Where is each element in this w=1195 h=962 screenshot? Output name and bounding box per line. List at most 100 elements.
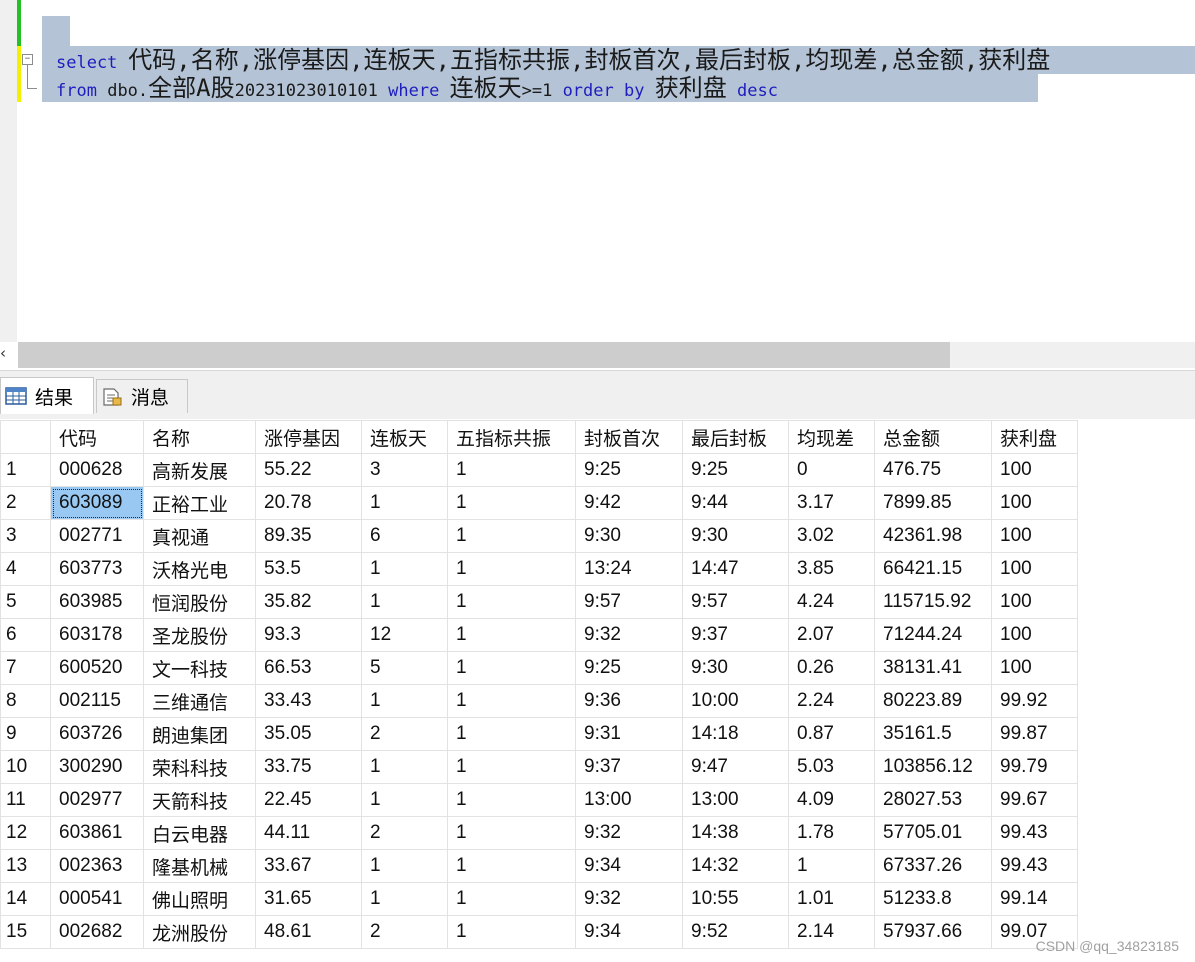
- row-number[interactable]: 5: [0, 585, 51, 619]
- grid-cell[interactable]: 12: [361, 618, 448, 652]
- grid-cell[interactable]: 603089: [50, 486, 144, 520]
- grid-cell[interactable]: 9:25: [682, 453, 789, 487]
- grid-cell[interactable]: 3.85: [788, 552, 875, 586]
- grid-cell[interactable]: 55.22: [255, 453, 362, 487]
- grid-cell[interactable]: 1: [361, 585, 448, 619]
- grid-cell[interactable]: 0: [788, 453, 875, 487]
- grid-cell[interactable]: 71244.24: [874, 618, 992, 652]
- grid-cell[interactable]: 1: [361, 882, 448, 916]
- row-number[interactable]: 6: [0, 618, 51, 652]
- grid-cell[interactable]: 9:36: [575, 684, 683, 718]
- table-row[interactable]: 9 603726 朗迪集团 35.05 2 1 9:31 14:18 0.87 35161.5 99…: [0, 717, 1078, 751]
- grid-cell[interactable]: 9:25: [575, 453, 683, 487]
- corner-cell[interactable]: [0, 420, 51, 454]
- grid-cell[interactable]: 100: [991, 618, 1078, 652]
- grid-cell[interactable]: 2.14: [788, 915, 875, 949]
- grid-cell[interactable]: 33.75: [255, 750, 362, 784]
- grid-cell[interactable]: 51233.8: [874, 882, 992, 916]
- scroll-left-icon[interactable]: ‹: [0, 346, 6, 361]
- grid-cell[interactable]: 1: [447, 717, 576, 751]
- grid-cell[interactable]: 9:57: [575, 585, 683, 619]
- table-row[interactable]: 12 603861 白云电器 44.11 2 1 9:32 14:38 1.78 57705.01…: [0, 816, 1078, 850]
- grid-cell[interactable]: 1: [361, 783, 448, 817]
- grid-cell[interactable]: 603861: [50, 816, 144, 850]
- grid-cell[interactable]: 99.67: [991, 783, 1078, 817]
- grid-cell[interactable]: 3.17: [788, 486, 875, 520]
- grid-cell[interactable]: 99.43: [991, 816, 1078, 850]
- grid-cell[interactable]: 9:34: [575, 915, 683, 949]
- grid-cell[interactable]: 14:32: [682, 849, 789, 883]
- grid-cell[interactable]: 隆基机械: [143, 849, 256, 883]
- grid-cell[interactable]: 002682: [50, 915, 144, 949]
- grid-cell[interactable]: 1: [361, 684, 448, 718]
- grid-cell[interactable]: 1: [447, 453, 576, 487]
- grid-cell[interactable]: 14:38: [682, 816, 789, 850]
- table-row[interactable]: 13 002363 隆基机械 33.67 1 1 9:34 14:32 1 67337.26 99.…: [0, 849, 1078, 883]
- grid-cell[interactable]: 正裕工业: [143, 486, 256, 520]
- grid-cell[interactable]: 99.14: [991, 882, 1078, 916]
- table-row[interactable]: 7 600520 文一科技 66.53 5 1 9:25 9:30 0.26 38131.41 10…: [0, 651, 1078, 685]
- row-number[interactable]: 14: [0, 882, 51, 916]
- grid-cell[interactable]: 603726: [50, 717, 144, 751]
- grid-cell[interactable]: 14:47: [682, 552, 789, 586]
- grid-cell[interactable]: 57705.01: [874, 816, 992, 850]
- grid-cell[interactable]: 9:31: [575, 717, 683, 751]
- grid-cell[interactable]: 荣科科技: [143, 750, 256, 784]
- grid-cell[interactable]: 9:25: [575, 651, 683, 685]
- grid-cell[interactable]: 33.67: [255, 849, 362, 883]
- row-number[interactable]: 8: [0, 684, 51, 718]
- grid-cell[interactable]: 476.75: [874, 453, 992, 487]
- grid-cell[interactable]: 2: [361, 816, 448, 850]
- sql-editor[interactable]: − select 代码,名称,涨停基因,连板天,五指标共振,封板首次,最后封板,…: [0, 0, 1195, 342]
- grid-cell[interactable]: 圣龙股份: [143, 618, 256, 652]
- grid-cell[interactable]: 朗迪集团: [143, 717, 256, 751]
- grid-cell[interactable]: 5: [361, 651, 448, 685]
- grid-cell[interactable]: 300290: [50, 750, 144, 784]
- grid-cell[interactable]: 44.11: [255, 816, 362, 850]
- grid-cell[interactable]: 93.3: [255, 618, 362, 652]
- grid-cell[interactable]: 100: [991, 453, 1078, 487]
- grid-cell[interactable]: 66421.15: [874, 552, 992, 586]
- table-row[interactable]: 1 000628 高新发展 55.22 3 1 9:25 9:25 0 476.75 100: [0, 453, 1078, 487]
- sql-line-from[interactable]: from dbo.全部A股20231023010101 where 连板天>=1…: [42, 74, 1038, 102]
- grid-cell[interactable]: 9:32: [575, 882, 683, 916]
- grid-cell[interactable]: 57937.66: [874, 915, 992, 949]
- grid-cell[interactable]: 1: [447, 486, 576, 520]
- row-number[interactable]: 1: [0, 453, 51, 487]
- grid-cell[interactable]: 9:37: [575, 750, 683, 784]
- grid-cell[interactable]: 9:57: [682, 585, 789, 619]
- grid-cell[interactable]: 002977: [50, 783, 144, 817]
- horizontal-scrollbar[interactable]: ‹: [0, 342, 1195, 368]
- grid-cell[interactable]: 4.09: [788, 783, 875, 817]
- column-header[interactable]: 代码: [50, 420, 144, 454]
- grid-cell[interactable]: 2.24: [788, 684, 875, 718]
- grid-cell[interactable]: 9:42: [575, 486, 683, 520]
- grid-cell[interactable]: 10:00: [682, 684, 789, 718]
- column-header[interactable]: 五指标共振: [447, 420, 576, 454]
- grid-cell[interactable]: 603178: [50, 618, 144, 652]
- table-row[interactable]: 14 000541 佛山照明 31.65 1 1 9:32 10:55 1.01 51233.8 9…: [0, 882, 1078, 916]
- grid-cell[interactable]: 103856.12: [874, 750, 992, 784]
- grid-cell[interactable]: 38131.41: [874, 651, 992, 685]
- grid-cell[interactable]: 1: [447, 783, 576, 817]
- grid-cell[interactable]: 5.03: [788, 750, 875, 784]
- grid-cell[interactable]: 真视通: [143, 519, 256, 553]
- grid-cell[interactable]: 1: [447, 618, 576, 652]
- grid-cell[interactable]: 66.53: [255, 651, 362, 685]
- grid-cell[interactable]: 9:32: [575, 618, 683, 652]
- table-row[interactable]: 2 603089 正裕工业 20.78 1 1 9:42 9:44 3.17 7899.85 100: [0, 486, 1078, 520]
- grid-cell[interactable]: 80223.89: [874, 684, 992, 718]
- column-header[interactable]: 连板天: [361, 420, 448, 454]
- table-row[interactable]: 10 300290 荣科科技 33.75 1 1 9:37 9:47 5.03 103856.12…: [0, 750, 1078, 784]
- grid-cell[interactable]: 67337.26: [874, 849, 992, 883]
- grid-cell[interactable]: 1: [447, 750, 576, 784]
- grid-cell[interactable]: 28027.53: [874, 783, 992, 817]
- grid-cell[interactable]: 1: [447, 519, 576, 553]
- grid-cell[interactable]: 1: [447, 651, 576, 685]
- table-row[interactable]: 3 002771 真视通 89.35 6 1 9:30 9:30 3.02 42361.98 100: [0, 519, 1078, 553]
- grid-cell[interactable]: 1: [447, 585, 576, 619]
- grid-cell[interactable]: 1: [361, 486, 448, 520]
- grid-cell[interactable]: 100: [991, 651, 1078, 685]
- grid-cell[interactable]: 9:30: [682, 519, 789, 553]
- grid-cell[interactable]: 002363: [50, 849, 144, 883]
